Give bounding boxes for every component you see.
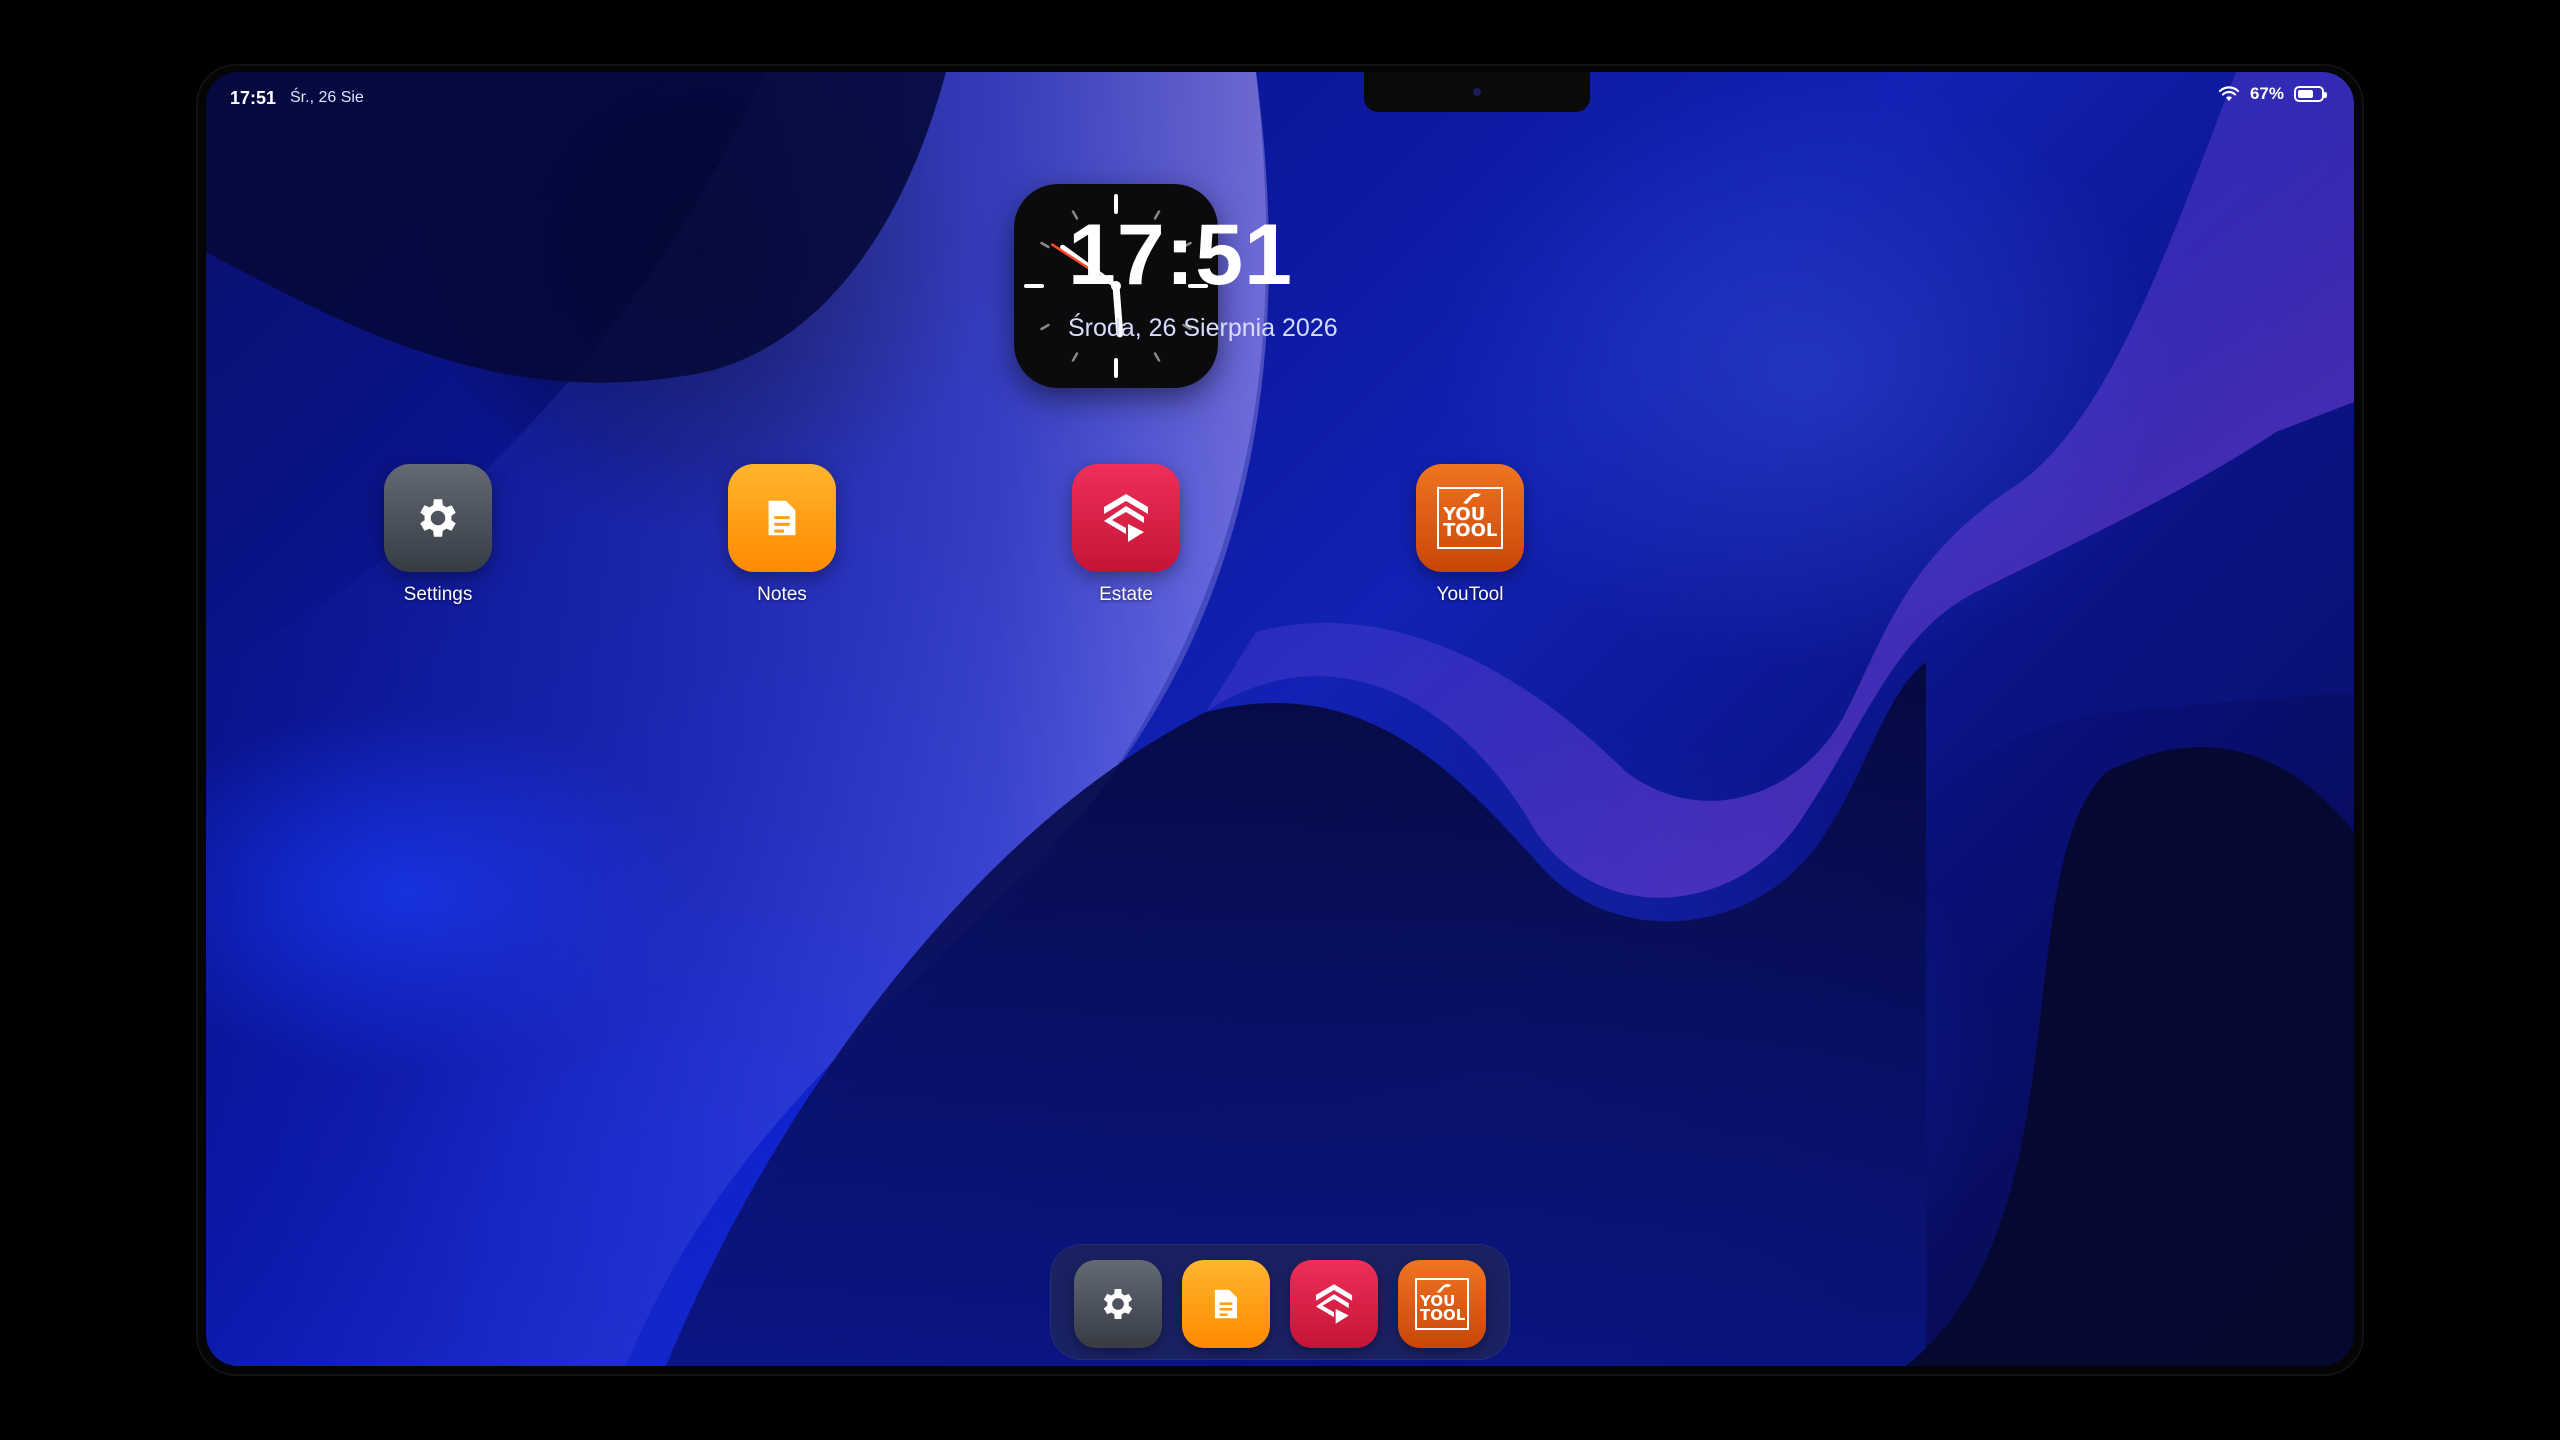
note-icon [1214,1289,1238,1319]
status-indicators: 67% [2218,84,2327,104]
home-screen: 17:51 Śr., 26 Sie 67% 17:51 Środa, 26 Si… [206,72,2354,1366]
status-date: Śr., 26 Sie [290,89,364,106]
estate-logo-icon [1315,1284,1353,1324]
dock: YOU TOOL [1050,1244,1510,1360]
app-estate[interactable]: Estate [1046,464,1206,606]
clock-tick [1153,352,1161,362]
dock-notes[interactable] [1182,1260,1270,1348]
wifi-icon [2218,86,2240,101]
clock-time: 17:51 [1068,207,1293,303]
youtool-text-tool: TOOL [1443,520,1498,542]
youtool-logo-icon: YOU TOOL [1415,1278,1469,1330]
dock-youtool[interactable]: YOU TOOL [1398,1260,1486,1348]
estate-logo-icon [1072,464,1180,572]
youtool-text-tool: TOOL [1420,1305,1466,1324]
app-label: Estate [1099,584,1153,605]
dock-estate[interactable] [1290,1260,1378,1348]
app-label: Notes [757,584,807,605]
gear-icon [384,464,492,572]
app-notes[interactable]: Notes [702,464,862,606]
app-label: YouTool [1436,584,1504,605]
device-frame: 17:51 Śr., 26 Sie 67% 17:51 Środa, 26 Si… [196,64,2364,1376]
battery-fill [2298,90,2313,98]
app-youtool[interactable]: YOU TOOL YouTool [1390,464,1550,606]
note-icon [728,464,836,572]
camera-notch [1364,72,1590,112]
battery-icon [2294,86,2327,102]
battery-percent: 67% [2249,84,2284,103]
camera-icon [1473,88,1481,96]
clock-date: Środa, 26 Sierpnia 2026 [1068,314,1338,342]
gear-icon [1103,1289,1133,1319]
dock-settings[interactable] [1074,1260,1162,1348]
clock-tick [1071,352,1079,362]
app-label: Settings [403,584,473,605]
clock-tick [1040,323,1050,331]
app-settings[interactable]: Settings [358,464,518,606]
youtool-logo-icon: YOU TOOL [1416,464,1524,572]
clock-tick [1040,241,1050,249]
status-time: 17:51 [230,88,277,108]
